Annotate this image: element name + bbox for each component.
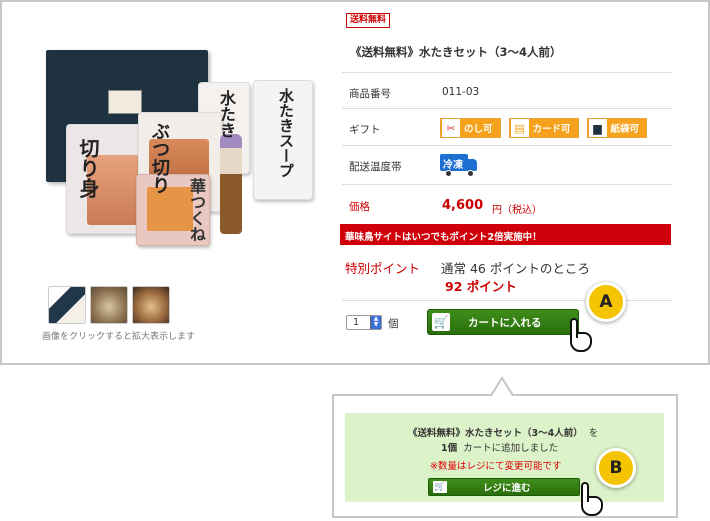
popup-added-text: カートに追加しました	[463, 443, 559, 454]
quantity-unit: 個	[388, 318, 399, 330]
gift-noshi-badge: ✂ のし可	[440, 118, 501, 138]
popup-added-line: 1個 カートに追加しました	[441, 440, 558, 454]
popup-quantity-note: ※数量はレジにて変更可能です	[430, 461, 562, 472]
price-value: 4,600	[442, 198, 484, 213]
image-caption: 画像をクリックすると拡大表示します	[42, 332, 196, 342]
pack-d-text: ぶつ切り	[149, 122, 170, 194]
divider	[342, 184, 672, 185]
thumbnail-cooked[interactable]	[90, 286, 128, 324]
quantity-stepper[interactable]: ▲ ▼	[370, 316, 381, 329]
checkout-label: レジに進む	[483, 483, 531, 494]
popup-particle: を	[588, 428, 599, 439]
popup-product-line: 《送料無料》水たきセット（3〜4人前） を	[408, 425, 598, 439]
gift-noshi-label: のし可	[464, 124, 493, 135]
frozen-label: 冷凍	[443, 160, 463, 171]
gift-options: ✂ のし可 ▤ カード可 ▆ 紙袋可	[440, 118, 648, 138]
paper-bag-icon: ▆	[588, 119, 607, 137]
cart-icon: 🛒	[433, 481, 447, 493]
points-special: 92 ポイント	[445, 279, 517, 294]
callout-marker-a: A	[586, 282, 626, 322]
divider	[342, 145, 672, 146]
pack-b-text: 水たきスープ	[277, 88, 295, 178]
checkout-button[interactable]: 🛒 レジに進む	[428, 478, 580, 496]
product-number-value: 011-03	[442, 86, 480, 98]
brand-seal	[108, 90, 142, 114]
product-number-label: 商品番号	[349, 88, 391, 100]
gift-bag-label: 紙袋可	[610, 124, 640, 135]
popup-product-title: 《送料無料》水たきセット（3〜4人前）	[408, 428, 583, 439]
pack-e-text: 華つくね	[187, 178, 206, 242]
divider	[342, 72, 672, 73]
gift-card-badge: ▤ カード可	[508, 118, 579, 138]
add-to-cart-label: カートに入れる	[468, 316, 542, 329]
pack-c-text: 切り身	[76, 138, 100, 198]
quantity-select[interactable]: 1 ▲ ▼	[346, 315, 382, 330]
cart-icon: 🛒	[432, 313, 450, 331]
hand-pointer-icon	[575, 482, 605, 520]
thumbnail-strip	[48, 286, 170, 324]
gift-label: ギフト	[349, 124, 381, 136]
product-main-image[interactable]: 水たき 水たきスープ 切り身 ぶつ切り 華つくね	[38, 42, 313, 262]
gift-card-label: カード可	[532, 124, 571, 135]
promo-banner: 華味鳥サイトはいつでもポイント2倍実施中！	[340, 224, 671, 245]
card-icon: ▤	[510, 119, 529, 137]
ponzu-bottle	[220, 134, 242, 234]
quantity-value: 1	[353, 317, 360, 328]
points-label: 特別ポイント	[345, 261, 421, 276]
gift-bag-badge: ▆ 紙袋可	[586, 118, 648, 138]
product-title: 《送料無料》水たきセット（3〜4人前）	[350, 45, 562, 59]
price-tax: 円（税込）	[492, 205, 542, 216]
popup-added-qty: 1個	[441, 443, 458, 454]
thumbnail-nabe[interactable]	[132, 286, 170, 324]
divider	[342, 108, 672, 109]
thumbnail-set[interactable]	[48, 286, 86, 324]
points-normal: 通常 46 ポイントのところ	[441, 261, 590, 276]
pack-a-text: 水たき	[217, 90, 236, 138]
hand-pointer-icon	[564, 318, 594, 356]
noshi-icon: ✂	[442, 119, 460, 137]
price-label: 価格	[349, 201, 370, 213]
free-shipping-badge: 送料無料	[346, 13, 391, 28]
add-to-cart-button[interactable]: 🛒 カートに入れる	[427, 309, 579, 335]
frozen-truck-icon: 冷凍	[440, 154, 478, 178]
delivery-temp-label: 配送温度帯	[349, 161, 402, 173]
